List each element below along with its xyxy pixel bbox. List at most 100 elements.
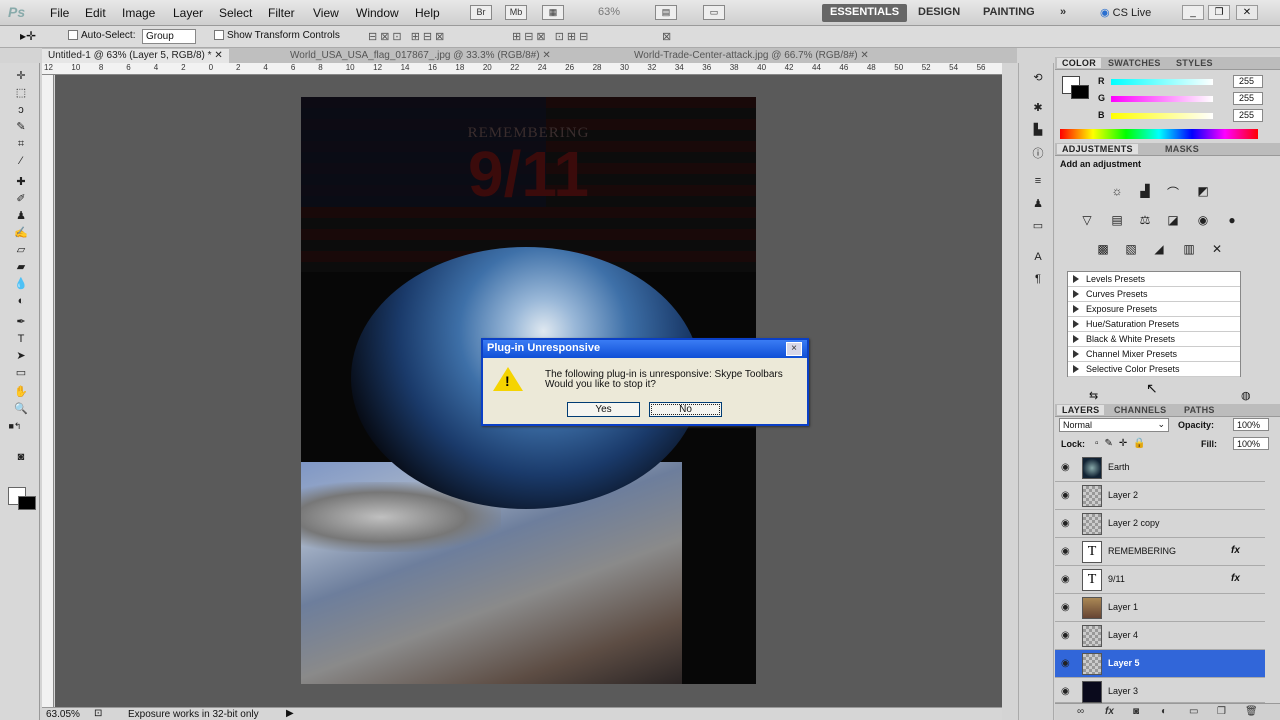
link-layers-icon[interactable]: ∞	[1077, 706, 1084, 717]
add-mask-icon[interactable]: ◙	[1133, 706, 1139, 717]
invert-icon[interactable]: ▩	[1093, 242, 1113, 258]
status-menu-arrow-icon[interactable]: ▶	[286, 708, 294, 719]
maximize-icon[interactable]: ❐	[1208, 5, 1230, 20]
delete-layer-icon[interactable]: 🗑	[1245, 706, 1258, 717]
adjustment-clip-icon[interactable]: ◍	[1241, 389, 1251, 402]
workspace-painting[interactable]: PAINTING	[975, 4, 1043, 22]
move-tool-preset-icon[interactable]: ▸✛	[20, 29, 36, 43]
menu-select[interactable]: Select	[219, 6, 252, 20]
fill-input[interactable]: 100%	[1233, 437, 1269, 450]
no-button[interactable]: No	[649, 402, 722, 417]
preset-exposure[interactable]: Exposure Presets	[1068, 302, 1240, 317]
paragraph-panel-icon[interactable]: ¶	[1029, 273, 1047, 287]
brightness-contrast-icon[interactable]: ☼	[1107, 184, 1127, 200]
layer-row-layer-5[interactable]: ◉ Layer 5	[1055, 650, 1265, 678]
swap-colors-icon[interactable]: ■↰	[6, 419, 24, 433]
new-group-icon[interactable]: ▭	[1189, 706, 1198, 717]
zoom-tool-icon[interactable]: 🔍	[12, 402, 30, 416]
hand-tool-icon[interactable]: ✋	[12, 385, 30, 399]
menu-filter[interactable]: Filter	[268, 6, 295, 20]
eraser-tool-icon[interactable]: ▱	[12, 243, 30, 257]
tab-usa-flag[interactable]: World_USA_USA_flag_017867_.jpg @ 33.3% (…	[284, 49, 557, 63]
return-to-list-icon[interactable]: ⇆	[1089, 389, 1098, 402]
status-info-icon[interactable]: ⊡	[94, 708, 102, 719]
blend-mode-dropdown[interactable]: Normal ⌄	[1059, 418, 1169, 432]
menu-edit[interactable]: Edit	[85, 6, 106, 20]
layer-row-9-11[interactable]: ◉ T 9/11 fx	[1055, 566, 1265, 594]
green-slider[interactable]	[1111, 96, 1213, 102]
tab-styles[interactable]: STYLES	[1171, 58, 1218, 68]
visibility-eye-icon[interactable]: ◉	[1061, 658, 1070, 669]
layer-row-remembering[interactable]: ◉ T REMEMBERING fx	[1055, 538, 1265, 566]
preset-curves[interactable]: Curves Presets	[1068, 287, 1240, 302]
preset-channel-mixer[interactable]: Channel Mixer Presets	[1068, 347, 1240, 362]
menu-help[interactable]: Help	[415, 6, 440, 20]
blur-tool-icon[interactable]: 💧	[12, 277, 30, 291]
black-white-icon[interactable]: ◪	[1163, 213, 1183, 229]
vibrance-icon[interactable]: ▽	[1077, 213, 1097, 229]
auto-select-checkbox[interactable]: Auto-Select:	[68, 30, 135, 41]
gradient-map-icon[interactable]: ▥	[1179, 242, 1199, 258]
selective-color-icon[interactable]: ✕	[1207, 242, 1227, 258]
layer-row-layer-1[interactable]: ◉ Layer 1	[1055, 594, 1265, 622]
tab-color[interactable]: COLOR	[1057, 58, 1101, 68]
layer-row-layer-2[interactable]: ◉ Layer 2	[1055, 482, 1265, 510]
align-icons[interactable]: ⊟⊠⊡ ⊞⊟⊠	[368, 30, 447, 43]
add-layer-style-icon[interactable]: fx	[1105, 706, 1114, 717]
minimize-icon[interactable]: _	[1182, 5, 1204, 20]
crop-tool-icon[interactable]: ⌗	[12, 137, 30, 151]
auto-select-dropdown[interactable]: Group	[142, 29, 196, 44]
brush-presets-panel-icon[interactable]: ≡	[1029, 175, 1047, 189]
show-transform-checkbox[interactable]: Show Transform Controls	[214, 30, 340, 41]
info-panel-icon[interactable]: ⓘ	[1029, 145, 1047, 160]
lasso-tool-icon[interactable]: ↄ	[12, 103, 30, 117]
blue-value-input[interactable]: 255	[1233, 109, 1263, 122]
levels-icon[interactable]: ▟	[1135, 184, 1155, 200]
photo-filter-icon[interactable]: ◉	[1193, 213, 1213, 229]
tab-paths[interactable]: PATHS	[1179, 405, 1220, 415]
tab-untitled-1[interactable]: Untitled-1 @ 63% (Layer 5, RGB/8) * ✕	[42, 49, 229, 63]
lock-icons[interactable]: ▫✎✛🔒	[1095, 438, 1152, 449]
preset-black-white[interactable]: Black & White Presets	[1068, 332, 1240, 347]
pen-tool-icon[interactable]: ✒	[12, 315, 30, 329]
tab-masks[interactable]: MASKS	[1160, 144, 1204, 154]
visibility-eye-icon[interactable]: ◉	[1061, 518, 1070, 529]
visibility-eye-icon[interactable]: ◉	[1061, 574, 1070, 585]
curves-icon[interactable]: ⌒	[1163, 184, 1183, 200]
red-value-input[interactable]: 255	[1233, 75, 1263, 88]
tab-adjustments[interactable]: ADJUSTMENTS	[1057, 144, 1138, 154]
visibility-eye-icon[interactable]: ◉	[1061, 686, 1070, 697]
marquee-tool-icon[interactable]: ⬚	[12, 86, 30, 100]
color-balance-icon[interactable]: ⚖	[1135, 213, 1155, 229]
navigator-panel-icon[interactable]: ✱	[1029, 101, 1047, 115]
layer-row-earth[interactable]: ◉ Earth	[1055, 454, 1265, 482]
quick-mask-icon[interactable]: ◙	[12, 450, 30, 464]
color-background-swatch[interactable]	[1071, 85, 1089, 99]
brush-tool-icon[interactable]: ✐	[12, 192, 30, 206]
layer-row-layer-4[interactable]: ◉ Layer 4	[1055, 622, 1265, 650]
eyedropper-tool-icon[interactable]: ⁄	[12, 154, 30, 168]
channel-mixer-icon[interactable]: ●	[1222, 213, 1242, 229]
layer-row-layer-2-copy[interactable]: ◉ Layer 2 copy	[1055, 510, 1265, 538]
path-select-tool-icon[interactable]: ➤	[12, 349, 30, 363]
menu-window[interactable]: Window	[356, 6, 399, 20]
view-extras-icon[interactable]: ▦	[542, 5, 564, 20]
threshold-icon[interactable]: ◢	[1149, 242, 1169, 258]
workspace-design[interactable]: DESIGN	[910, 4, 968, 22]
screen-mode-icon[interactable]: ▭	[703, 5, 725, 20]
character-panel-icon[interactable]: A	[1029, 251, 1047, 265]
history-brush-tool-icon[interactable]: ✍	[12, 226, 30, 240]
close-tab-icon[interactable]: ✕	[542, 50, 550, 61]
background-color-swatch[interactable]	[18, 496, 36, 510]
red-slider[interactable]	[1111, 79, 1213, 85]
cs-live-button[interactable]: ◉ CS Live	[1100, 6, 1151, 19]
visibility-eye-icon[interactable]: ◉	[1061, 630, 1070, 641]
menu-view[interactable]: View	[313, 6, 339, 20]
dialog-close-icon[interactable]: ×	[786, 342, 802, 356]
histogram-panel-icon[interactable]: ▙	[1029, 123, 1047, 137]
gradient-tool-icon[interactable]: ▰	[12, 260, 30, 274]
tool-presets-panel-icon[interactable]: ▭	[1029, 219, 1047, 233]
move-tool-icon[interactable]: ✛	[12, 69, 30, 83]
tab-channels[interactable]: CHANNELS	[1109, 405, 1171, 415]
menu-file[interactable]: File	[50, 6, 69, 20]
